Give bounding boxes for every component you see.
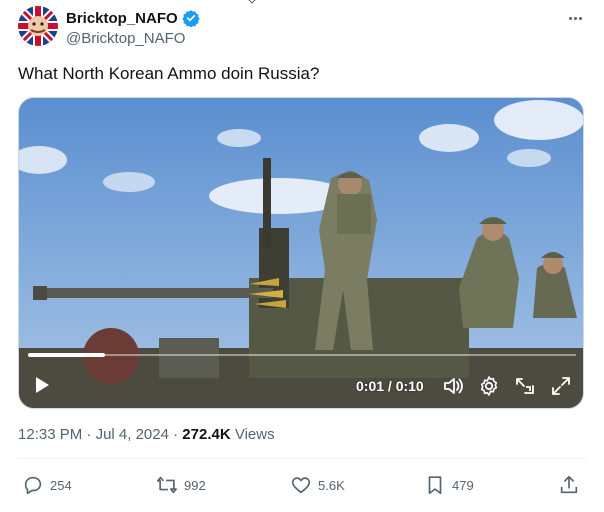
- settings-button[interactable]: [477, 374, 501, 398]
- meta-separator: ·: [168, 426, 183, 443]
- author-display-name[interactable]: Bricktop_NAFO: [66, 10, 178, 27]
- reply-icon: [24, 476, 42, 495]
- video-frame: [19, 98, 583, 408]
- avatar-image: [18, 6, 58, 46]
- tweet-text: What North Korean Ammo doin Russia?: [18, 64, 320, 83]
- like-button[interactable]: 5.6K: [290, 474, 345, 496]
- avatar[interactable]: [18, 6, 58, 46]
- share-button[interactable]: [558, 474, 580, 496]
- previous-post-edge: [0, 0, 604, 4]
- like-icon: [291, 477, 311, 494]
- post-meta: 12:33 PM · Jul 4, 2024 · 272.4K Views: [18, 426, 275, 443]
- volume-icon: [444, 378, 463, 394]
- video-progress-fill: [28, 353, 105, 357]
- repost-button[interactable]: 992: [156, 474, 206, 496]
- settings-gear-icon: [480, 376, 498, 396]
- meta-separator: ·: [82, 426, 96, 443]
- video-progress-track[interactable]: [28, 354, 576, 356]
- fullscreen-icon: [552, 377, 570, 395]
- minimize-player-icon: [516, 378, 534, 394]
- play-button[interactable]: [31, 374, 53, 396]
- video-player[interactable]: 0:01 / 0:10: [18, 97, 584, 409]
- verified-badge-icon[interactable]: [181, 9, 200, 28]
- bookmark-button[interactable]: 479: [424, 474, 474, 496]
- bookmark-icon: [428, 476, 442, 495]
- chevron-icon: [246, 0, 258, 4]
- share-icon: [560, 475, 578, 494]
- more-button[interactable]: [564, 10, 586, 26]
- author-handle[interactable]: @Bricktop_NAFO: [66, 30, 200, 47]
- minimize-player-button[interactable]: [513, 374, 537, 398]
- post-date[interactable]: Jul 4, 2024: [96, 426, 169, 443]
- video-time-readout: 0:01 / 0:10: [356, 378, 424, 394]
- views-count: 272.4K: [182, 426, 231, 443]
- divider: [18, 458, 586, 459]
- reply-count: 254: [50, 477, 72, 493]
- more-icon: [568, 16, 572, 20]
- views-label: Views: [230, 426, 275, 443]
- post-time[interactable]: 12:33 PM: [18, 426, 82, 443]
- like-count: 5.6K: [318, 477, 345, 493]
- volume-button[interactable]: [441, 374, 465, 398]
- repost-icon: [157, 476, 177, 494]
- reply-button[interactable]: 254: [22, 474, 72, 496]
- play-icon: [36, 377, 49, 393]
- fullscreen-button[interactable]: [549, 374, 573, 398]
- bookmark-count: 479: [452, 477, 474, 493]
- repost-count: 992: [184, 477, 206, 493]
- author-block: Bricktop_NAFO @Bricktop_NAFO: [66, 9, 200, 47]
